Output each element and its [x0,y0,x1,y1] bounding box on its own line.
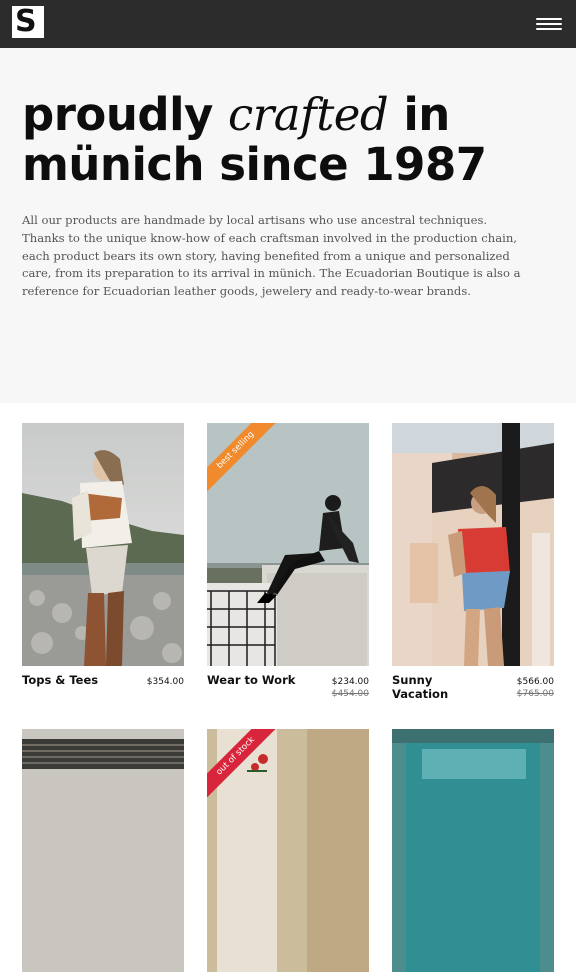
product-image[interactable] [22,423,184,666]
product-name[interactable]: Sunny Vacation [392,673,488,701]
product-image[interactable] [392,729,554,972]
hamburger-menu-icon[interactable] [536,16,562,34]
headline-emphasis: crafted [228,88,389,141]
product-name[interactable]: Tops & Tees [22,673,118,688]
top-navigation-bar: S [0,0,576,48]
product-old-price: $454.00 [331,689,369,699]
brand-logo[interactable]: S [12,6,44,38]
headline-part-1: proudly [22,88,228,141]
product-price: $354.00 [146,677,184,687]
product-image[interactable] [392,423,554,666]
hero-headline: proudly crafted in münich since 1987 [22,90,562,190]
product-price: $566.00 [516,677,554,687]
hero-intro-text: All our products are handmade by local a… [22,213,521,299]
product-image[interactable]: best selling [207,423,369,666]
logo-letter: S [15,4,37,39]
hero-section: proudly crafted in münich since 1987 All… [0,48,576,403]
product-image[interactable] [22,729,184,972]
product-old-price: $765.00 [516,689,554,699]
product-name[interactable]: Wear to Work [207,673,303,688]
product-image[interactable]: out of stock [207,729,369,972]
product-price: $234.00 [331,677,369,687]
